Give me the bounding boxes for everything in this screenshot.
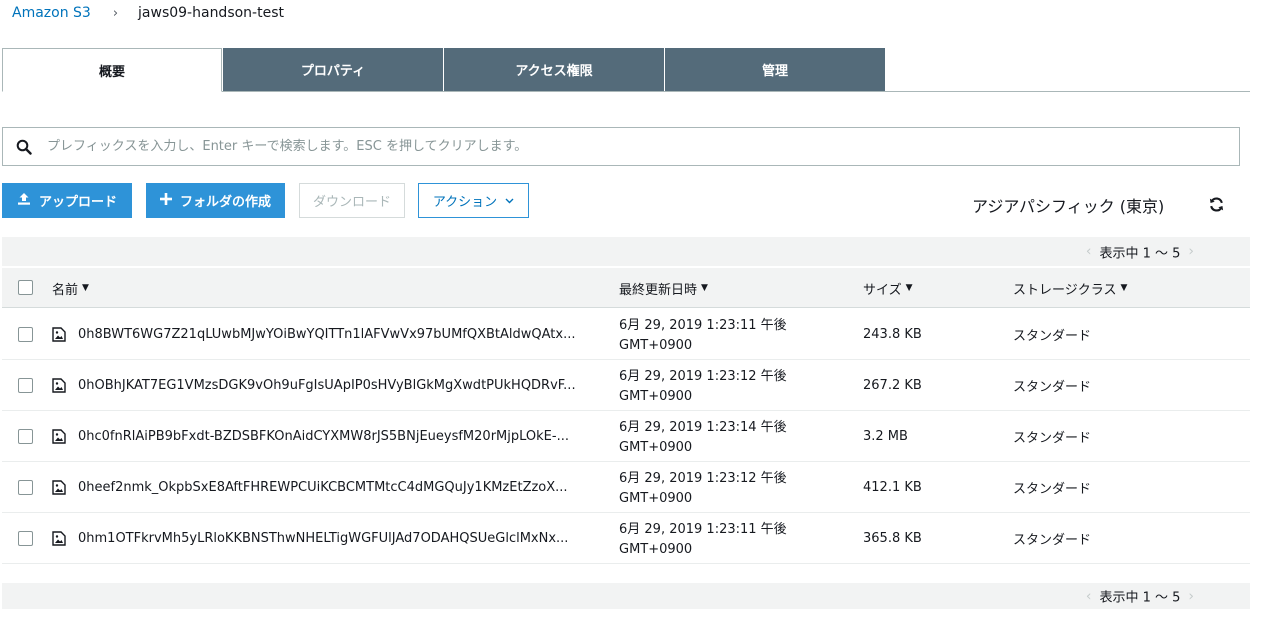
last-modified-date: 6月 29, 2019 1:23:12 午後 <box>619 471 787 486</box>
object-name-link[interactable]: 0heef2nmk_OkpbSxE8AftFHREWPCUiKCBCMTMtcC… <box>78 462 598 513</box>
storage-class-cell: スタンダード <box>1013 329 1092 344</box>
sort-caret-icon: ▼ <box>701 283 708 293</box>
pagination-prev-icon[interactable]: ‹ <box>1078 588 1100 604</box>
image-file-icon <box>52 378 66 397</box>
breadcrumb: Amazon S3 › jaws09-handson-test <box>12 4 284 22</box>
storage-class-cell: スタンダード <box>1013 431 1092 446</box>
object-name-link[interactable]: 0hOBhJKAT7EG1VMzsDGK9vOh9uFgIsUApIP0sHVy… <box>78 360 598 411</box>
search-box <box>2 127 1240 166</box>
object-name-link[interactable]: 0h8BWT6WG7Z21qLUwbMJwYOiBwYQITTn1lAFVwVx… <box>78 309 598 360</box>
plus-icon <box>159 192 172 209</box>
column-header-size-label: サイズ <box>863 282 902 298</box>
s3-bucket-page: Amazon S3 › jaws09-handson-test 概要 プロパティ… <box>0 0 1264 622</box>
upload-icon <box>17 192 31 210</box>
search-icon <box>3 139 45 155</box>
column-header-storage-class[interactable]: ストレージクラス ▼ <box>1013 268 1127 308</box>
select-all-checkbox[interactable] <box>18 280 33 295</box>
table-row[interactable]: 0hc0fnRlAiPB9bFxdt-BZDSBFKOnAidCYXMW8rJS… <box>2 411 1250 462</box>
table-row[interactable]: 0hOBhJKAT7EG1VMzsDGK9vOh9uFgIsUApIP0sHVy… <box>2 360 1250 411</box>
row-checkbox[interactable] <box>18 531 33 546</box>
row-checkbox[interactable] <box>18 429 33 444</box>
column-header-name[interactable]: 名前 ▼ <box>52 268 89 308</box>
column-header-size[interactable]: サイズ ▼ <box>863 268 913 308</box>
last-modified-cell: 6月 29, 2019 1:23:14 午後 GMT+0900 <box>619 411 819 462</box>
storage-class-cell: スタンダード <box>1013 482 1092 497</box>
last-modified-timezone: GMT+0900 <box>619 491 693 506</box>
row-checkbox[interactable] <box>18 480 33 495</box>
tab-bar: 概要 プロパティ アクセス権限 管理 <box>2 48 1250 92</box>
storage-class-cell: スタンダード <box>1013 533 1092 548</box>
sort-caret-icon: ▼ <box>905 283 913 293</box>
storage-class-cell: スタンダード <box>1013 380 1092 395</box>
row-checkbox[interactable] <box>18 327 33 342</box>
image-file-icon <box>52 429 66 448</box>
table-row[interactable]: 0heef2nmk_OkpbSxE8AftFHREWPCUiKCBCMTMtcC… <box>2 462 1250 513</box>
last-modified-timezone: GMT+0900 <box>619 440 693 455</box>
last-modified-cell: 6月 29, 2019 1:23:12 午後 GMT+0900 <box>619 462 819 513</box>
pagination-next-icon[interactable]: › <box>1180 588 1202 604</box>
object-name-link[interactable]: 0hm1OTFkrvMh5yLRloKKBNSThwNHELTigWGFUlJA… <box>78 513 598 564</box>
tab-overview[interactable]: 概要 <box>2 48 222 92</box>
last-modified-cell: 6月 29, 2019 1:23:12 午後 GMT+0900 <box>619 360 819 411</box>
table-header: 名前 ▼ 最終更新日時 ▼ サイズ ▼ ストレージクラス ▼ <box>2 268 1250 308</box>
upload-button-label: アップロード <box>38 195 117 210</box>
table-row[interactable]: 0h8BWT6WG7Z21qLUwbMJwYOiBwYQITTn1lAFVwVx… <box>2 309 1250 360</box>
image-file-icon <box>52 480 66 499</box>
pagination-prev-icon[interactable]: ‹ <box>1078 244 1100 260</box>
sort-caret-icon: ▼ <box>1120 283 1128 293</box>
actions-dropdown[interactable]: アクション <box>418 183 529 218</box>
upload-button[interactable]: アップロード <box>2 183 132 218</box>
region-label: アジアパシフィック (東京) <box>972 197 1165 216</box>
pagination-bottom: ‹ 表示中 1 〜 5 › <box>2 583 1250 609</box>
row-checkbox[interactable] <box>18 378 33 393</box>
create-folder-button[interactable]: フォルダの作成 <box>146 183 285 218</box>
actions-dropdown-label: アクション <box>432 195 498 210</box>
last-modified-timezone: GMT+0900 <box>619 389 693 404</box>
image-file-icon <box>52 531 66 550</box>
last-modified-date: 6月 29, 2019 1:23:14 午後 <box>619 420 787 435</box>
chevron-down-icon <box>505 193 514 208</box>
last-modified-timezone: GMT+0900 <box>619 338 693 353</box>
sort-caret-icon: ▼ <box>82 283 89 293</box>
pagination-top: ‹ 表示中 1 〜 5 › <box>2 237 1250 266</box>
column-header-last-modified[interactable]: 最終更新日時 ▼ <box>619 268 708 308</box>
search-input[interactable] <box>45 128 1239 165</box>
pagination-top-label: 表示中 1 〜 5 <box>1099 246 1181 261</box>
last-modified-timezone: GMT+0900 <box>619 542 693 557</box>
size-cell: 365.8 KB <box>863 531 922 546</box>
create-folder-button-label: フォルダの作成 <box>179 195 271 210</box>
breadcrumb-amazon-s3-link[interactable]: Amazon S3 <box>12 5 91 21</box>
size-cell: 243.8 KB <box>863 327 922 342</box>
pagination-next-icon[interactable]: › <box>1180 244 1202 260</box>
table-row[interactable]: 0hm1OTFkrvMh5yLRloKKBNSThwNHELTigWGFUlJA… <box>2 513 1250 564</box>
download-button[interactable]: ダウンロード <box>299 183 405 218</box>
tab-management[interactable]: 管理 <box>665 48 885 91</box>
last-modified-date: 6月 29, 2019 1:23:12 午後 <box>619 369 787 384</box>
column-header-name-label: 名前 <box>52 282 79 298</box>
column-header-last-modified-label: 最終更新日時 <box>619 282 698 298</box>
refresh-icon[interactable] <box>1208 196 1225 217</box>
last-modified-cell: 6月 29, 2019 1:23:11 午後 GMT+0900 <box>619 513 819 564</box>
tab-properties[interactable]: プロパティ <box>223 48 443 91</box>
last-modified-date: 6月 29, 2019 1:23:11 午後 <box>619 522 787 537</box>
object-name-link[interactable]: 0hc0fnRlAiPB9bFxdt-BZDSBFKOnAidCYXMW8rJS… <box>78 411 598 462</box>
size-cell: 3.2 MB <box>863 429 908 444</box>
pagination-bottom-label: 表示中 1 〜 5 <box>1099 590 1181 606</box>
column-header-storage-class-label: ストレージクラス <box>1013 282 1117 298</box>
size-cell: 412.1 KB <box>863 480 922 495</box>
tab-permissions[interactable]: アクセス権限 <box>444 48 664 91</box>
breadcrumb-current-bucket: jaws09-handson-test <box>138 5 284 21</box>
breadcrumb-separator: › <box>112 5 119 21</box>
last-modified-cell: 6月 29, 2019 1:23:11 午後 GMT+0900 <box>619 309 819 360</box>
last-modified-date: 6月 29, 2019 1:23:11 午後 <box>619 318 787 333</box>
size-cell: 267.2 KB <box>863 378 922 393</box>
image-file-icon <box>52 327 66 346</box>
